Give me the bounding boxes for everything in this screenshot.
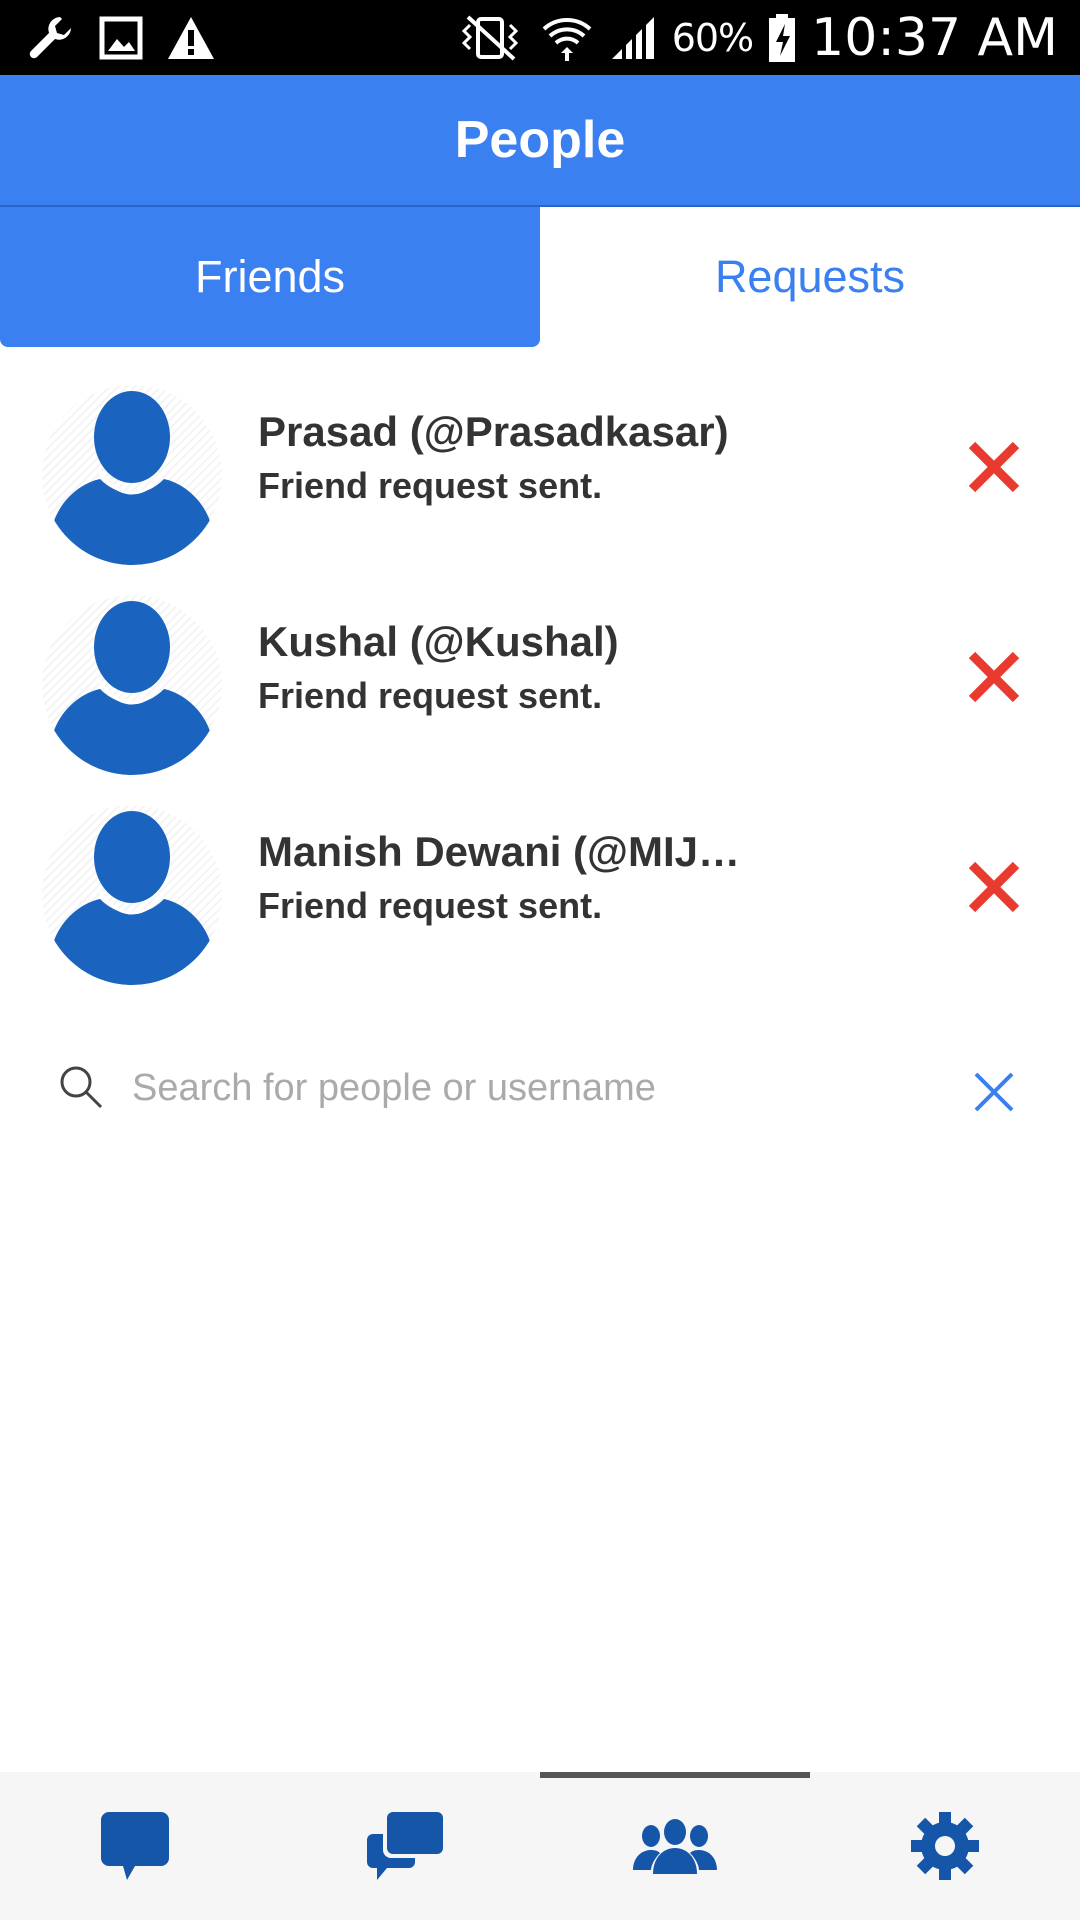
request-status: Friend request sent. bbox=[258, 465, 603, 506]
bottom-nav bbox=[0, 1772, 1080, 1920]
request-status: Friend request sent. bbox=[258, 675, 603, 716]
status-bar-left bbox=[26, 10, 216, 66]
status-time: 10:37 AM bbox=[811, 8, 1058, 68]
request-list: Prasad (@Prasadkasar) Friend request sen… bbox=[0, 365, 1080, 995]
chat-icon bbox=[101, 1812, 169, 1880]
friend-name: Manish Dewani (@MIJ… bbox=[258, 828, 741, 875]
clear-search-button[interactable] bbox=[972, 1070, 1016, 1114]
status-bar-right: 60% 10:37 AM bbox=[454, 6, 1058, 70]
image-icon bbox=[98, 15, 144, 61]
cancel-request-button[interactable] bbox=[960, 433, 1028, 501]
list-item-text: Manish Dewani (@MIJ… Friend request sent… bbox=[258, 825, 778, 931]
warning-icon bbox=[166, 15, 216, 61]
nav-people[interactable] bbox=[540, 1772, 810, 1920]
cancel-request-button[interactable] bbox=[960, 643, 1028, 711]
person-silhouette-icon bbox=[50, 811, 214, 985]
close-icon bbox=[968, 861, 1020, 913]
cancel-request-button[interactable] bbox=[960, 853, 1028, 921]
avatar bbox=[42, 805, 222, 985]
battery-charging-icon bbox=[767, 12, 797, 64]
people-icon bbox=[633, 1819, 717, 1874]
close-icon bbox=[974, 1072, 1014, 1112]
nav-conversations[interactable] bbox=[270, 1772, 540, 1920]
nav-settings[interactable] bbox=[810, 1772, 1080, 1920]
friend-name: Prasad (@Prasadkasar) bbox=[258, 408, 729, 455]
wrench-icon bbox=[26, 13, 76, 63]
list-item[interactable]: Kushal (@Kushal) Friend request sent. bbox=[0, 575, 1080, 785]
vibrate-icon bbox=[454, 13, 526, 63]
signal-icon bbox=[608, 13, 658, 63]
person-silhouette-icon bbox=[50, 391, 214, 565]
avatar bbox=[42, 385, 222, 565]
nav-chat[interactable] bbox=[0, 1772, 270, 1920]
list-item[interactable]: Manish Dewani (@MIJ… Friend request sent… bbox=[0, 785, 1080, 995]
page-title: People bbox=[454, 111, 626, 169]
search-icon bbox=[58, 1064, 104, 1115]
person-silhouette-icon bbox=[50, 601, 214, 775]
title-bar: People bbox=[0, 75, 1080, 205]
conversations-icon bbox=[367, 1812, 443, 1880]
tab-friends[interactable]: Friends bbox=[0, 207, 540, 347]
list-item[interactable]: Prasad (@Prasadkasar) Friend request sen… bbox=[0, 365, 1080, 575]
request-status: Friend request sent. bbox=[258, 885, 603, 926]
search-bar bbox=[0, 1040, 1080, 1136]
friend-name: Kushal (@Kushal) bbox=[258, 618, 619, 665]
tab-bar: Friends Requests bbox=[0, 207, 1080, 347]
close-icon bbox=[968, 441, 1020, 493]
status-bar: 60% 10:37 AM bbox=[0, 0, 1080, 75]
wifi-icon bbox=[540, 11, 594, 65]
close-icon bbox=[968, 651, 1020, 703]
avatar bbox=[42, 595, 222, 775]
settings-icon bbox=[911, 1812, 979, 1880]
list-item-text: Kushal (@Kushal) Friend request sent. bbox=[258, 615, 778, 721]
battery-percent: 60% bbox=[671, 16, 754, 60]
list-item-text: Prasad (@Prasadkasar) Friend request sen… bbox=[258, 405, 778, 511]
tab-requests[interactable]: Requests bbox=[540, 207, 1080, 347]
search-input[interactable] bbox=[132, 1058, 912, 1118]
